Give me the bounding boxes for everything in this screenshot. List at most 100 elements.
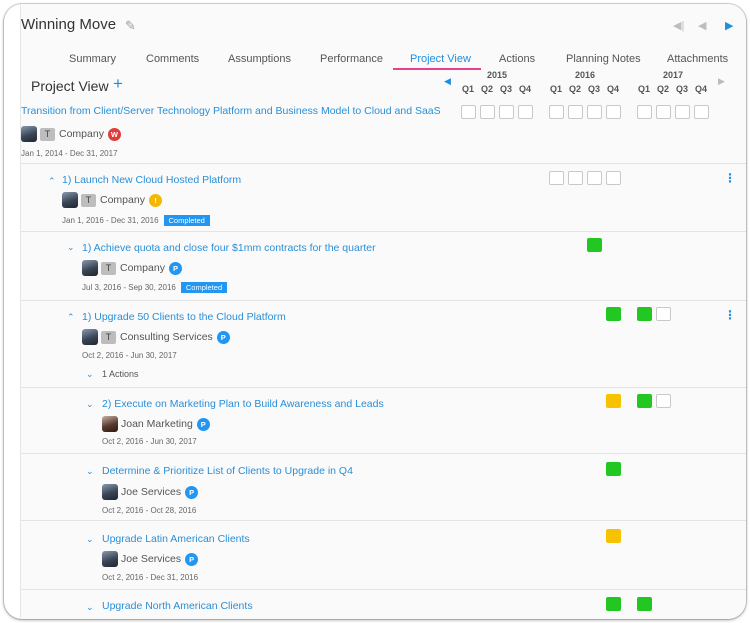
timeline-cell-empty[interactable] <box>656 307 671 321</box>
tab-project-view[interactable]: Project View <box>410 53 471 65</box>
first-page-icon[interactable]: ◀​| <box>673 20 684 32</box>
status-badge: P <box>216 330 230 344</box>
owner-name: Company <box>120 262 165 274</box>
timeline-cell-green[interactable] <box>637 307 652 321</box>
timeline-cell-empty[interactable] <box>587 105 602 119</box>
more-options-icon[interactable]: ⋮ <box>724 172 736 184</box>
tab-summary[interactable]: Summary <box>69 53 116 65</box>
timeline-cell-green[interactable] <box>606 307 621 321</box>
chevron-down-icon[interactable]: ⌄ <box>86 602 94 612</box>
timeline-cell-empty[interactable] <box>568 105 583 119</box>
chevron-down-icon[interactable]: ⌄ <box>67 242 75 252</box>
quarter-label: Q2 <box>568 84 581 94</box>
tab-actions[interactable]: Actions <box>499 53 535 65</box>
row-title-link[interactable]: 1) Launch New Cloud Hosted Platform <box>62 174 241 186</box>
row-dates: Oct 2, 2016 - Jun 30, 2017 <box>102 437 197 446</box>
timeline-right-icon[interactable]: ▶ <box>718 76 725 87</box>
tab-attachments[interactable]: Attachments <box>667 53 728 65</box>
timeline-cell-green[interactable] <box>637 597 652 611</box>
quarter-label: Q1 <box>637 84 650 94</box>
timeline-cell-yellow[interactable] <box>606 529 621 543</box>
row-title-link[interactable]: Upgrade North American Clients <box>102 600 253 612</box>
timeline-cell-empty[interactable] <box>694 105 709 119</box>
timeline-cell-empty[interactable] <box>499 105 514 119</box>
type-badge: T <box>81 193 96 207</box>
row-dates: Oct 2, 2016 - Oct 28, 2016 <box>102 506 197 515</box>
row-owner: Joe Services P <box>102 484 199 500</box>
status-badge: W <box>107 127 121 141</box>
quarter-label: Q1 <box>549 84 562 94</box>
date-range: Jan 1, 2016 - Dec 31, 2016 <box>62 216 159 225</box>
timeline-cell-empty[interactable] <box>461 105 476 119</box>
avatar <box>102 484 118 500</box>
tab-comments[interactable]: Comments <box>146 53 199 65</box>
row-owner: T Company ! <box>62 192 162 208</box>
status-badge: ! <box>148 193 162 207</box>
avatar <box>102 551 118 567</box>
chevron-down-icon[interactable]: ⌄ <box>86 399 94 409</box>
more-options-icon[interactable]: ⋮ <box>724 309 736 321</box>
timeline-cell-yellow[interactable] <box>606 394 621 408</box>
row-title-link[interactable]: Upgrade Latin American Clients <box>102 533 250 545</box>
tab-planning-notes[interactable]: Planning Notes <box>566 53 641 65</box>
chevron-down-icon[interactable]: ⌄ <box>86 534 94 544</box>
plus-icon[interactable]: + <box>113 75 123 93</box>
chevron-down-icon[interactable]: ⌄ <box>86 466 94 476</box>
quarter-label: Q3 <box>499 84 512 94</box>
row-title-link[interactable]: Determine & Prioritize List of Clients t… <box>102 465 353 477</box>
timeline-cell-green[interactable] <box>587 238 602 252</box>
owner-name: Company <box>59 128 104 140</box>
quarter-label: Q2 <box>480 84 493 94</box>
timeline-cell-green[interactable] <box>606 597 621 611</box>
tab-bar: Summary Comments Assumptions Performance… <box>21 53 746 71</box>
year-label: 2016 <box>575 70 596 80</box>
timeline-cell-empty[interactable] <box>480 105 495 119</box>
chevron-up-icon[interactable]: ⌃ <box>48 176 56 186</box>
timeline-cell-empty[interactable] <box>656 105 671 119</box>
row-title-link[interactable]: 1) Upgrade 50 Clients to the Cloud Platf… <box>82 311 286 323</box>
tab-assumptions[interactable]: Assumptions <box>228 53 291 65</box>
chevron-up-icon[interactable]: ⌃ <box>67 312 75 322</box>
quarter-label: Q2 <box>656 84 669 94</box>
timeline-cell-empty[interactable] <box>606 105 621 119</box>
tab-performance[interactable]: Performance <box>320 53 383 65</box>
status-badge: P <box>185 485 199 499</box>
previous-page-icon[interactable]: ◀ <box>698 20 706 32</box>
timeline-cell-empty[interactable] <box>675 105 690 119</box>
timeline-cell-empty[interactable] <box>606 171 621 185</box>
status-badge: P <box>196 417 210 431</box>
owner-name: Consulting Services <box>120 331 213 343</box>
table-row: ⌄ Upgrade Latin American Clients Joe Ser… <box>21 521 746 590</box>
row-title-link[interactable]: Transition from Client/Server Technology… <box>21 105 441 117</box>
chevron-down-icon[interactable]: ⌄ <box>86 369 94 379</box>
timeline-cell-empty[interactable] <box>518 105 533 119</box>
type-badge: T <box>40 127 55 141</box>
timeline-left-icon[interactable]: ◀ <box>444 76 451 87</box>
timeline-cell-empty[interactable] <box>549 105 564 119</box>
timeline-cell-green[interactable] <box>637 394 652 408</box>
edit-pencil-icon[interactable]: ✎ <box>125 19 139 33</box>
table-row: ⌄ Determine & Prioritize List of Clients… <box>21 454 746 521</box>
timeline-cell-empty[interactable] <box>587 171 602 185</box>
quarter-label: Q3 <box>587 84 600 94</box>
row-title-link[interactable]: 2) Execute on Marketing Plan to Build Aw… <box>102 398 384 410</box>
timeline-cell-green[interactable] <box>606 462 621 476</box>
timeline-cell-empty[interactable] <box>656 394 671 408</box>
quarter-label: Q4 <box>518 84 531 94</box>
next-page-icon[interactable]: ▶ <box>725 20 733 32</box>
row-title-link[interactable]: 1) Achieve quota and close four $1mm con… <box>82 242 376 254</box>
page-title: Winning Move <box>21 16 117 33</box>
timeline-cell-empty[interactable] <box>549 171 564 185</box>
owner-name: Joan Marketing <box>121 418 193 430</box>
actions-count-link[interactable]: 1 Actions <box>102 369 139 379</box>
status-badge: P <box>168 261 182 275</box>
row-owner: Joan Marketing P <box>102 416 210 432</box>
table-row: ⌄ 1) Achieve quota and close four $1mm c… <box>21 232 746 301</box>
quarter-label: Q4 <box>694 84 707 94</box>
avatar <box>62 192 78 208</box>
timeline-cell-empty[interactable] <box>637 105 652 119</box>
active-tab-underline <box>393 68 481 70</box>
timeline-cell-empty[interactable] <box>568 171 583 185</box>
row-owner: T Consulting Services P <box>82 329 230 345</box>
quarter-label: Q4 <box>606 84 619 94</box>
